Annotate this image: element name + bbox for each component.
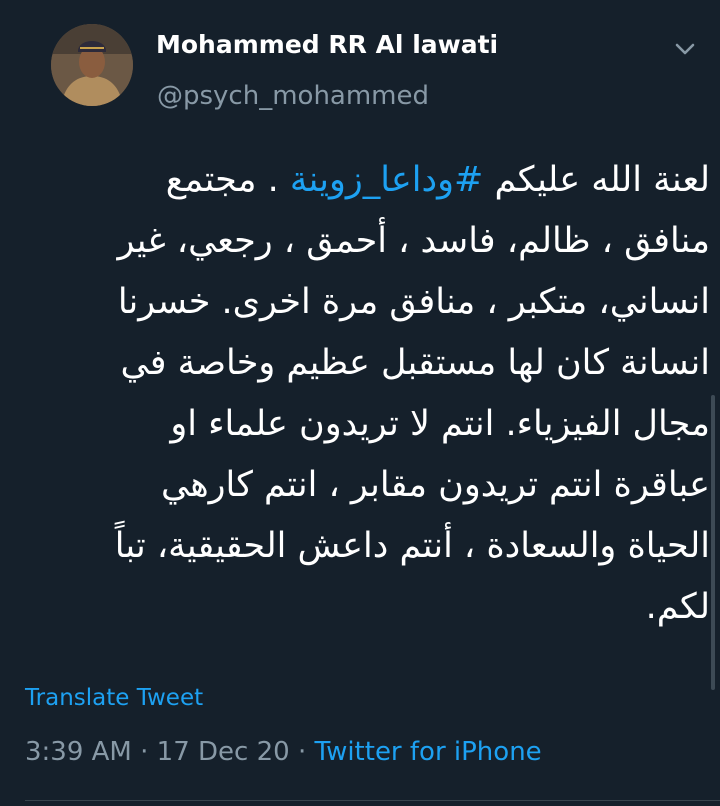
meta-separator: ·: [131, 737, 157, 767]
tweet-date[interactable]: 17 Dec 20: [157, 737, 290, 767]
display-name[interactable]: Mohammed RR Al lawati: [156, 30, 498, 59]
avatar-photo-icon: [51, 24, 133, 106]
tweet-line: انسانة كان لها مستقبل عظيم وخاصة في: [120, 343, 710, 383]
tweet-text: لعنة الله عليكم #وداعا_زوينة . مجتمع منا…: [20, 150, 710, 638]
tweet-line: مجال الفيزياء. انتم لا تريدون علماء او: [170, 404, 710, 444]
chevron-down-icon: [675, 43, 695, 55]
tweet-time[interactable]: 3:39 AM: [25, 737, 132, 767]
tweet-line: عباقرة انتم تريدون مقابر ، انتم كارهي: [161, 465, 710, 505]
tweet-metadata: 3:39 AM · 17 Dec 20 · Twitter for iPhone: [25, 737, 542, 767]
tweet-source-link[interactable]: Twitter for iPhone: [314, 737, 541, 767]
tweet-line: منافق ، ظالم، فاسد ، أحمق ، رجعي، غير: [117, 221, 710, 261]
meta-separator: ·: [289, 737, 315, 767]
tweet-line: الحياة والسعادة ، أنتم داعش الحقيقية، تب…: [114, 526, 710, 566]
tweet-options-button[interactable]: [670, 34, 700, 64]
tweet-line: لعنة الله عليكم #وداعا_زوينة . مجتمع: [20, 150, 710, 211]
tweet-header: Mohammed RR Al lawati @psych_mohammed: [0, 0, 720, 135]
tweet-text-fragment: . مجتمع: [165, 160, 290, 200]
user-avatar[interactable]: [51, 24, 133, 106]
divider: [25, 800, 720, 801]
translate-tweet-link[interactable]: Translate Tweet: [25, 685, 203, 711]
tweet-line: لكم.: [645, 587, 710, 627]
tweet-text-fragment: لعنة الله عليكم: [483, 160, 710, 200]
user-handle[interactable]: @psych_mohammed: [157, 81, 429, 111]
scrollbar[interactable]: [711, 395, 715, 690]
hashtag-link[interactable]: #وداعا_زوينة: [290, 160, 483, 200]
tweet-line: انساني، متكبر ، منافق مرة اخرى. خسرنا: [117, 282, 710, 322]
